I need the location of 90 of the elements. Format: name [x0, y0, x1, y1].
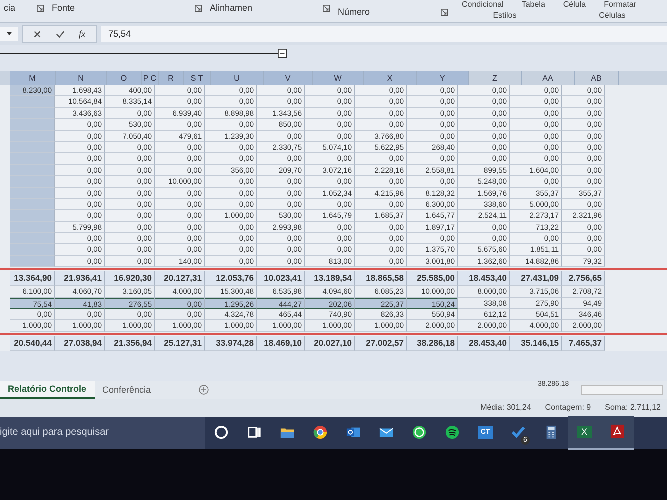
ribbon-group-label: Estilos — [493, 11, 517, 20]
sheet-tab[interactable]: Relatório Controle — [0, 380, 95, 399]
table-cell — [10, 142, 55, 154]
table-cell — [10, 233, 55, 244]
table-cell: 27.002,57 — [355, 336, 407, 351]
table-cell: 7.465,37 — [562, 336, 605, 351]
column-header[interactable]: R — [159, 71, 184, 85]
status-text: Contagem: 9 — [545, 403, 592, 412]
chat-icon — [412, 425, 427, 440]
table-cell: 27.431,09 — [510, 271, 562, 286]
table-cell: 20.540,44 — [10, 336, 55, 351]
dialog-launcher-icon[interactable] — [195, 5, 202, 12]
task-view-icon — [247, 425, 262, 440]
function-button[interactable]: fx — [79, 29, 86, 39]
status-text: Média: 301,24 — [480, 403, 532, 412]
check-icon — [511, 425, 526, 440]
table-cell: 13.364,90 — [10, 271, 55, 286]
table-cell: 20.127,31 — [155, 271, 205, 286]
table-cell: 2.756,65 — [562, 271, 605, 286]
name-box[interactable] — [0, 27, 18, 41]
column-header[interactable]: S T — [184, 71, 211, 85]
table-cell: 18.453,40 — [458, 271, 510, 286]
ribbon-group-label: Fonte — [52, 3, 76, 13]
table-cell: 25.127,31 — [155, 336, 205, 351]
ribbon-group-label: Células — [599, 11, 626, 20]
table-cell: 21.936,41 — [55, 271, 105, 286]
status-text: Soma: 2.711,12 — [605, 403, 661, 412]
search-field[interactable]: igite aqui para pesquisar — [0, 416, 205, 449]
column-header[interactable]: N — [56, 71, 107, 85]
circle-icon — [214, 425, 229, 440]
table-cell — [10, 244, 55, 256]
ribbon-group-label: Número — [338, 7, 370, 17]
table-cell: 35.146,15 — [510, 336, 562, 351]
table-cell: 21.356,94 — [105, 336, 155, 351]
table-cell: 27.038,94 — [55, 336, 105, 351]
table-cell — [10, 222, 55, 234]
table-cell: 13.189,54 — [305, 271, 355, 286]
close-icon[interactable] — [33, 30, 42, 38]
ribbon-group-label: Alinhamen — [210, 3, 253, 13]
ribbon-menu-button[interactable]: Célula — [563, 0, 586, 9]
table-cell: 28.453,40 — [458, 336, 510, 351]
column-header[interactable]: U — [211, 71, 264, 85]
table-cell — [10, 176, 55, 188]
caret-icon — [6, 32, 12, 36]
column-header[interactable]: X — [364, 71, 417, 85]
table-cell — [10, 210, 55, 222]
add-sheet-icon[interactable] — [199, 384, 210, 395]
taskbar-button[interactable]: X — [568, 416, 601, 450]
pdf-app-icon — [610, 424, 625, 440]
ribbon-menu-button[interactable]: Condicional — [462, 0, 504, 9]
table-cell — [10, 108, 55, 120]
table-cell — [10, 164, 55, 176]
column-header[interactable]: V — [264, 71, 313, 85]
table-cell — [10, 188, 55, 199]
table-cell — [10, 198, 55, 210]
table-cell — [10, 153, 55, 165]
check-icon[interactable] — [56, 30, 65, 38]
music-app-icon — [445, 425, 460, 440]
ribbon-group-label: cia — [4, 3, 16, 13]
ribbon-menu-button[interactable]: Tabela — [522, 0, 546, 9]
taskbar-button[interactable] — [601, 416, 634, 450]
dialog-launcher-icon[interactable] — [441, 9, 448, 16]
table-cell: 20.027,10 — [305, 336, 355, 351]
horizontal-scrollbar[interactable] — [581, 384, 663, 395]
column-header[interactable]: P C — [142, 71, 159, 85]
table-cell — [10, 119, 55, 131]
column-header[interactable]: W — [313, 71, 364, 85]
table-cell: 25.585,00 — [407, 271, 458, 286]
table-cell — [10, 256, 55, 268]
column-header[interactable]: M — [10, 71, 56, 85]
browser-icon — [313, 425, 328, 440]
table-cell: 33.974,28 — [205, 336, 257, 351]
ribbon-menu-button[interactable]: Formatar — [604, 0, 637, 9]
column-header[interactable]: Y — [417, 71, 469, 85]
table-cell: 38.286,18 — [407, 336, 458, 351]
table-cell — [10, 96, 55, 108]
sheet-tab[interactable]: Conferência — [94, 382, 160, 398]
calculator-icon — [544, 425, 559, 440]
table-cell: 18.865,58 — [355, 271, 407, 286]
table-cell: 18.469,10 — [257, 336, 305, 351]
table-cell: 10.023,41 — [257, 271, 305, 286]
collapse-icon[interactable] — [278, 49, 287, 58]
formula-input[interactable]: 75,54 — [100, 26, 667, 42]
dialog-launcher-icon[interactable] — [37, 5, 44, 12]
table-cell: 12.053,76 — [205, 271, 257, 286]
dialog-launcher-icon[interactable] — [323, 5, 330, 12]
column-header[interactable]: O — [107, 71, 142, 85]
spreadsheet-app-icon: X — [577, 426, 592, 438]
table-cell — [10, 130, 55, 142]
table-cell: 16.920,30 — [105, 271, 155, 286]
